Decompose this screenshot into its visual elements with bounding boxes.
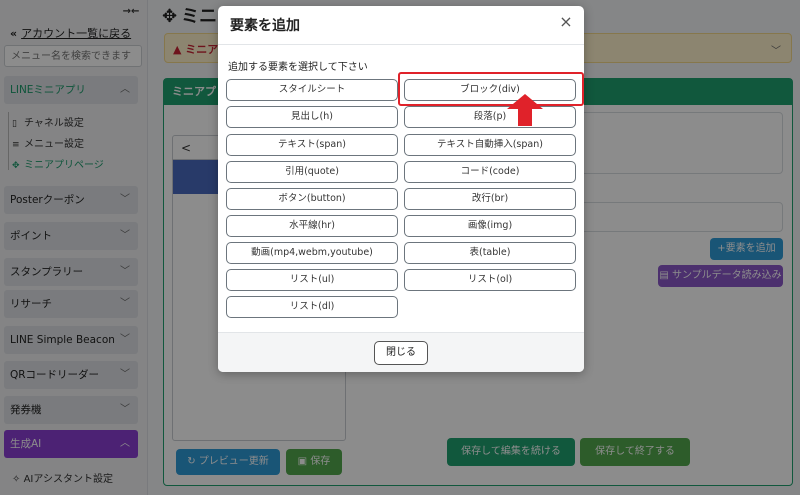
modal-title: 要素を追加 [230, 18, 300, 34]
option-button[interactable]: ボタン(button) [226, 188, 398, 210]
option-stylesheet[interactable]: スタイルシート [226, 79, 398, 101]
option-paragraph[interactable]: 段落(p) [404, 106, 576, 128]
option-list-ul[interactable]: リスト(ul) [226, 269, 398, 291]
highlight-box [398, 72, 584, 106]
add-element-modal: 要素を追加 × 追加する要素を選択して下さい スタイルシート ブロック(div)… [218, 6, 584, 372]
option-auto-text-span[interactable]: テキスト自動挿入(span) [404, 134, 576, 156]
modal-footer: 閉じる [218, 333, 584, 372]
option-text-span[interactable]: テキスト(span) [226, 134, 398, 156]
option-heading[interactable]: 見出し(h) [226, 106, 398, 128]
modal-divider [218, 44, 584, 45]
close-button[interactable]: 閉じる [374, 341, 428, 365]
modal-description: 追加する要素を選択して下さい [228, 62, 368, 73]
arrow-up-icon [507, 94, 543, 126]
option-line-break[interactable]: 改行(br) [404, 188, 576, 210]
option-list-ol[interactable]: リスト(ol) [404, 269, 576, 291]
option-code[interactable]: コード(code) [404, 161, 576, 183]
option-horizontal-rule[interactable]: 水平線(hr) [226, 215, 398, 237]
option-image[interactable]: 画像(img) [404, 215, 576, 237]
option-table[interactable]: 表(table) [404, 242, 576, 264]
close-icon[interactable]: × [556, 12, 576, 32]
option-video[interactable]: 動画(mp4,webm,youtube) [226, 242, 398, 264]
option-quote[interactable]: 引用(quote) [226, 161, 398, 183]
option-list-dl[interactable]: リスト(dl) [226, 296, 398, 318]
